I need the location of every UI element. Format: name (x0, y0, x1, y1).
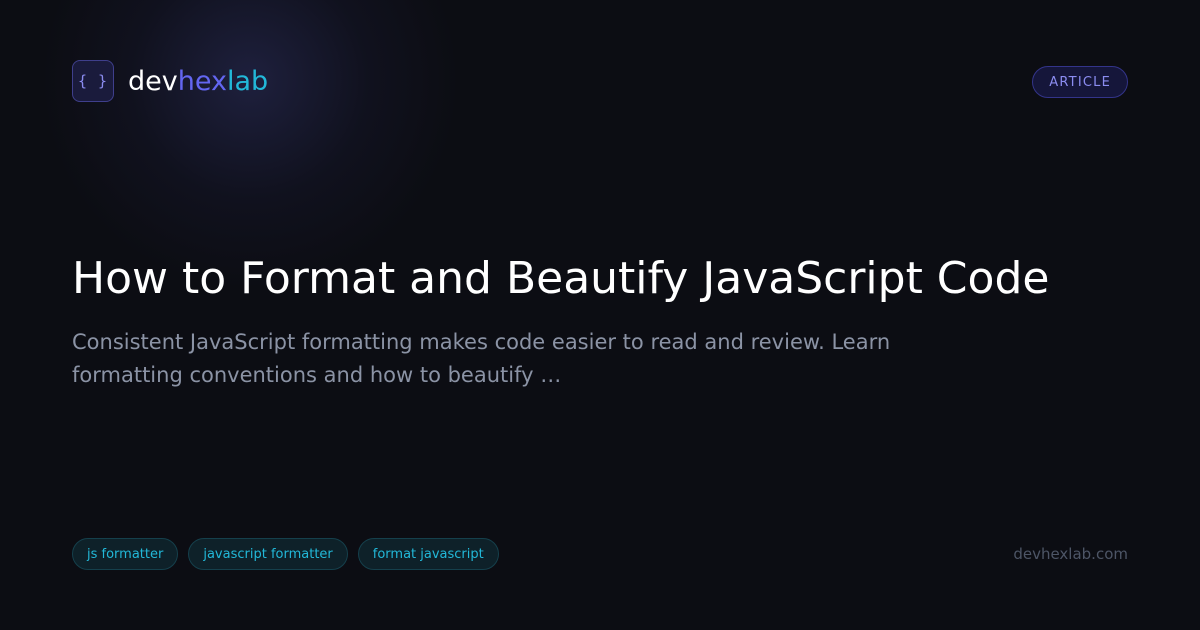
background-glow (40, 0, 460, 290)
brand-name: devhexlab (128, 68, 268, 95)
code-braces-icon: { } (72, 60, 114, 102)
tag-list: js formatter javascript formatter format… (72, 538, 509, 570)
brand-name-part-hex: hex (177, 65, 227, 97)
site-domain: devhexlab.com (1013, 545, 1128, 563)
brand-name-part-dev: dev (128, 65, 178, 97)
tag-pill: js formatter (72, 538, 179, 570)
social-card: { } devhexlab ARTICLE How to Format and … (0, 0, 1200, 630)
brand-logo: { } devhexlab (72, 60, 268, 102)
article-badge: ARTICLE (1032, 66, 1128, 98)
article-title: How to Format and Beautify JavaScript Co… (72, 253, 1050, 304)
tag-pill: javascript formatter (188, 538, 348, 570)
article-description: Consistent JavaScript formatting makes c… (72, 330, 891, 387)
brand-name-part-lab: lab (226, 65, 269, 97)
tag-pill: format javascript (357, 538, 499, 570)
